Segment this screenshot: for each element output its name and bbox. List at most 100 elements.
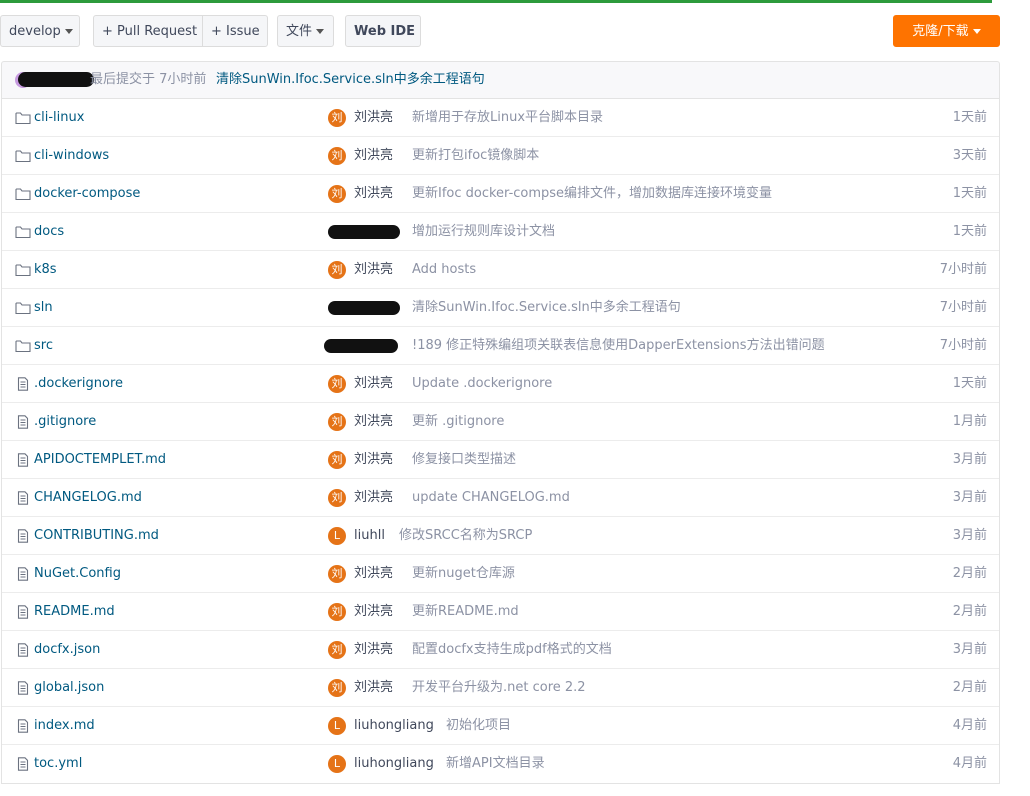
commit-author-link[interactable]: liuhongliang [354,707,434,745]
file-row[interactable]: k8s 刘刘洪亮 Add hosts 7小时前 [2,251,999,289]
avatar[interactable]: 刘 [328,375,346,393]
commit-author-link[interactable]: liuhongliang [354,745,434,783]
avatar[interactable]: 刘 [328,147,346,165]
avatar[interactable]: 刘 [328,565,346,583]
file-name-link[interactable]: .dockerignore [34,365,123,403]
commit-message-link[interactable]: 修复接口类型描述 [412,441,516,479]
file-name-link[interactable]: sln [34,289,53,327]
pull-request-button[interactable]: + Pull Request [93,15,203,47]
commit-author-link[interactable]: 刘洪亮 [354,99,393,137]
commit-message-link[interactable]: Update .dockerignore [412,365,552,403]
commit-message-link[interactable]: 更新Ifoc docker-compse编排文件，增加数据库连接环境变量 [412,175,772,213]
file-row[interactable]: index.md Lliuhongliang 初始化项目 4月前 [2,707,999,745]
avatar[interactable]: 刘 [328,451,346,469]
file-name-link[interactable]: docs [34,213,64,251]
commit-message-link[interactable]: Add hosts [412,251,476,289]
commit-author-link[interactable]: 刘洪亮 [354,631,393,669]
file-name-link[interactable]: APIDOCTEMPLET.md [34,441,166,479]
file-row[interactable]: .gitignore 刘刘洪亮 更新 .gitignore 1月前 [2,403,999,441]
commit-message-link[interactable]: 初始化项目 [446,707,511,745]
file-name-link[interactable]: README.md [34,593,115,631]
commit-message-link[interactable]: !189 修正特殊编组项关联表信息使用DapperExtensions方法出错问… [412,327,825,365]
commit-author-link[interactable]: 刘洪亮 [354,669,393,707]
commit-message-link[interactable]: 更新打包ifoc镜像脚本 [412,137,539,175]
file-name-link[interactable]: CONTRIBUTING.md [34,517,159,555]
commit-time: 1月前 [952,414,987,429]
file-row[interactable]: README.md 刘刘洪亮 更新README.md 2月前 [2,593,999,631]
web-ide-button[interactable]: Web IDE [345,15,421,47]
commit-message-link[interactable]: 增加运行规则库设计文档 [412,213,555,251]
avatar[interactable]: 刘 [328,489,346,507]
file-row[interactable]: toc.yml Lliuhongliang 新增API文档目录 4月前 [2,745,999,783]
file-name-link[interactable]: cli-windows [34,137,109,175]
avatar[interactable]: 刘 [328,185,346,203]
commit-author-link[interactable]: 刘洪亮 [354,403,393,441]
commit-author-link[interactable]: 刘洪亮 [354,441,393,479]
avatar[interactable]: 刘 [328,603,346,621]
file-name-link[interactable]: CHANGELOG.md [34,479,142,517]
file-name-link[interactable]: cli-linux [34,99,84,137]
file-row[interactable]: cli-linux 刘刘洪亮 新增用于存放Linux平台脚本目录 1天前 [2,99,999,137]
file-row[interactable]: sln 清除SunWin.Ifoc.Service.sln中多余工程语句 7小时前 [2,289,999,327]
file-icon [15,681,31,695]
file-row[interactable]: global.json 刘刘洪亮 开发平台升级为.net core 2.2 2月前 [2,669,999,707]
avatar[interactable]: 刘 [328,679,346,697]
commit-message-link[interactable]: 更新 .gitignore [412,403,504,441]
avatar[interactable]: L [328,755,346,773]
file-menu-button[interactable]: 文件 [277,15,334,47]
commit-message-link[interactable]: 新增API文档目录 [446,745,545,783]
commit-author-link[interactable]: 刘洪亮 [354,593,393,631]
commit-time: 7小时前 [939,262,987,277]
file-name-link[interactable]: src [34,327,53,365]
commit-message-link[interactable]: 更新nuget仓库源 [412,555,515,593]
file-name-link[interactable]: global.json [34,669,104,707]
file-name-link[interactable]: index.md [34,707,95,745]
file-row[interactable]: cli-windows 刘刘洪亮 更新打包ifoc镜像脚本 3天前 [2,137,999,175]
commit-author-link[interactable]: 刘洪亮 [354,479,393,517]
clone-label: 克隆/下载 [912,24,969,39]
file-row[interactable]: APIDOCTEMPLET.md 刘刘洪亮 修复接口类型描述 3月前 [2,441,999,479]
commit-message-link[interactable]: update CHANGELOG.md [412,479,570,517]
file-icon [15,605,31,619]
commit-author-link[interactable]: liuhll [354,517,385,555]
file-name-link[interactable]: NuGet.Config [34,555,121,593]
commit-time: 4月前 [952,718,987,733]
commit-message-link[interactable]: 更新README.md [412,593,519,631]
commit-time: 2月前 [952,566,987,581]
avatar[interactable]: 刘 [328,109,346,127]
file-row[interactable]: .dockerignore 刘刘洪亮 Update .dockerignore 1天前 [2,365,999,403]
branch-select[interactable]: develop [0,15,80,47]
file-row[interactable]: docker-compose 刘刘洪亮 更新Ifoc docker-compse编排… [2,175,999,213]
clone-download-button[interactable]: 克隆/下载 [893,15,1000,47]
commit-message-link[interactable]: 修改SRCC名称为SRCP [399,517,532,555]
file-list: cli-linux 刘刘洪亮 新增用于存放Linux平台脚本目录 1天前 cli-win… [1,99,1000,784]
file-name-link[interactable]: k8s [34,251,57,289]
file-name-link[interactable]: toc.yml [34,745,82,783]
commit-message-link[interactable]: 开发平台升级为.net core 2.2 [412,669,586,707]
commit-author-link[interactable]: 刘洪亮 [354,555,393,593]
commit-message-link[interactable]: 清除SunWin.Ifoc.Service.sln中多余工程语句 [216,62,485,98]
commit-author-link[interactable]: 刘洪亮 [354,251,393,289]
file-name-link[interactable]: .gitignore [34,403,96,441]
commit-message-link[interactable]: 配置docfx支持生成pdf格式的文档 [412,631,612,669]
file-row[interactable]: src !189 修正特殊编组项关联表信息使用DapperExtensions方法… [2,327,999,365]
commit-message-link[interactable]: 新增用于存放Linux平台脚本目录 [412,99,603,137]
file-name-link[interactable]: docfx.json [34,631,100,669]
commit-time: 1天前 [952,224,987,239]
file-row[interactable]: docs 增加运行规则库设计文档 1天前 [2,213,999,251]
file-row[interactable]: NuGet.Config 刘刘洪亮 更新nuget仓库源 2月前 [2,555,999,593]
avatar[interactable]: 刘 [328,413,346,431]
file-row[interactable]: CHANGELOG.md 刘刘洪亮 update CHANGELOG.md 3月前 [2,479,999,517]
avatar[interactable]: L [328,717,346,735]
file-row[interactable]: docfx.json 刘刘洪亮 配置docfx支持生成pdf格式的文档 3月前 [2,631,999,669]
file-row[interactable]: CONTRIBUTING.md Lliuhll 修改SRCC名称为SRCP 3月前 [2,517,999,555]
commit-author-link[interactable]: 刘洪亮 [354,175,393,213]
avatar[interactable]: 刘 [328,641,346,659]
avatar[interactable]: L [328,527,346,545]
commit-author-link[interactable]: 刘洪亮 [354,137,393,175]
commit-message-link[interactable]: 清除SunWin.Ifoc.Service.sln中多余工程语句 [412,289,681,327]
file-name-link[interactable]: docker-compose [34,175,140,213]
issue-button[interactable]: + Issue [202,15,268,47]
avatar[interactable]: 刘 [328,261,346,279]
commit-author-link[interactable]: 刘洪亮 [354,365,393,403]
